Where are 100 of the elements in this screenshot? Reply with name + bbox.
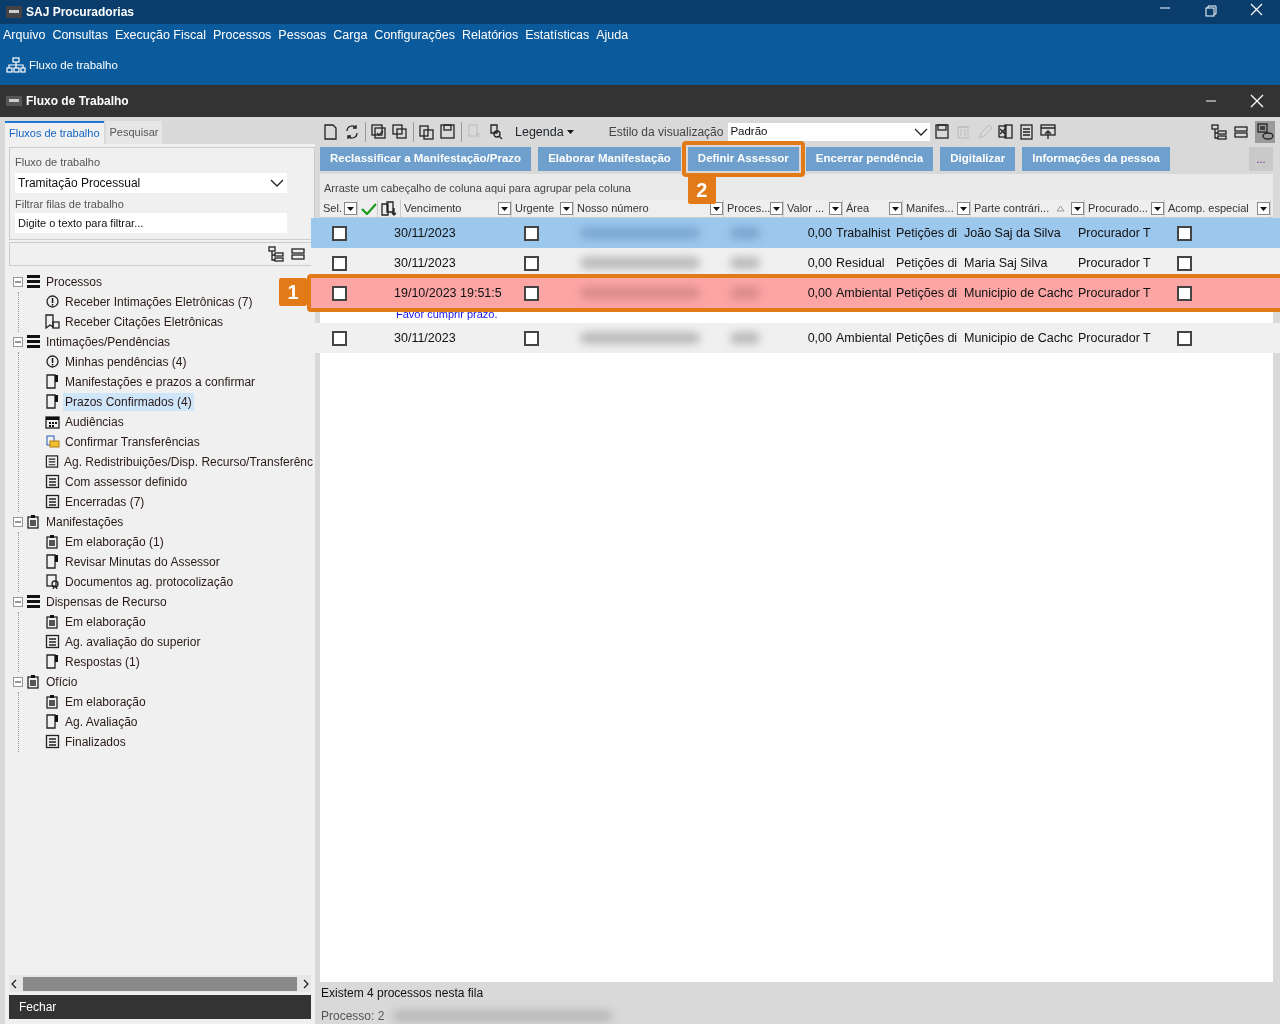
tree-item[interactable]: Finalizados	[63, 732, 128, 751]
report-icon[interactable]	[1019, 124, 1036, 140]
legend-button[interactable]: Legenda	[515, 122, 574, 142]
row-checkbox[interactable]	[1177, 255, 1192, 271]
tree-item[interactable]: Ofício	[44, 672, 80, 691]
tree-item[interactable]: Ag. Redistribuições/Disp. Recurso/Transferênc	[62, 452, 315, 471]
documents-icon[interactable]	[381, 201, 398, 216]
row-checkbox[interactable]	[524, 255, 539, 271]
save-icon[interactable]	[440, 124, 456, 140]
row-checkbox[interactable]	[524, 225, 539, 241]
filter-dropdown-icon[interactable]	[1071, 202, 1084, 215]
menu-item[interactable]: Carga	[333, 26, 372, 45]
filter-dropdown-icon[interactable]	[889, 202, 902, 215]
tree-item[interactable]: Receber Intimações Eletrônicas (7)	[63, 292, 255, 311]
workflow-select[interactable]: Tramitação Processual	[15, 173, 287, 193]
tree-item[interactable]: Com assessor definido	[63, 472, 190, 491]
tree-item[interactable]: Revisar Minutas do Assessor	[63, 552, 222, 571]
tree-item[interactable]: Em elaboração (1)	[63, 532, 166, 551]
tree-item[interactable]: Manifestações	[44, 512, 126, 531]
tree-expand-icon[interactable]	[1211, 124, 1227, 140]
menu-item[interactable]: Estatísticas	[525, 26, 594, 45]
column-header[interactable]: Área	[846, 200, 889, 217]
filter-dropdown-icon[interactable]	[829, 202, 842, 215]
collapse-icon[interactable]	[13, 596, 23, 607]
row-checkbox[interactable]	[1177, 225, 1192, 241]
menu-item[interactable]: Relatórios	[461, 26, 523, 45]
copy-icon[interactable]	[392, 124, 408, 140]
column-header[interactable]: Urgente	[515, 200, 560, 217]
tree-item[interactable]: Ag. Avaliação	[63, 712, 140, 731]
tree-item[interactable]: Audiências	[63, 412, 126, 431]
column-header[interactable]: Procurado...	[1088, 200, 1151, 217]
row-checkbox[interactable]	[332, 285, 347, 301]
panel-tab[interactable]: Pesquisar	[105, 121, 163, 144]
filter-dropdown-icon[interactable]	[1257, 202, 1270, 215]
table-row[interactable]: 30/11/2023 0,00 Trabalhist Petições di João Saj da Silva Procurador T	[311, 218, 1280, 248]
screen-export-icon[interactable]	[1040, 124, 1057, 140]
tree-item[interactable]: Dispensas de Recurso	[44, 592, 169, 611]
collapse-icon[interactable]	[13, 336, 23, 347]
filter-dropdown-icon[interactable]	[710, 202, 723, 215]
menu-item[interactable]: Pessoas	[278, 26, 331, 45]
collapse-icon[interactable]	[13, 676, 23, 687]
tree-item[interactable]: Minhas pendências (4)	[63, 352, 189, 371]
menu-item[interactable]: Arquivo	[3, 26, 50, 45]
tree-item[interactable]: Em elaboração	[63, 692, 148, 711]
new-document-icon[interactable]	[323, 124, 339, 140]
excel-icon[interactable]	[998, 124, 1015, 140]
tree-item[interactable]: Em elaboração	[63, 612, 148, 631]
column-header[interactable]: Manifes...	[906, 200, 957, 217]
more-button[interactable]: ...	[1249, 147, 1273, 171]
column-header[interactable]: Acomp. especial	[1168, 200, 1257, 217]
tree-item[interactable]: Manifestações e prazos a confirmar	[63, 372, 258, 391]
row-checkbox[interactable]	[524, 330, 539, 346]
collapse-icon[interactable]	[13, 276, 23, 287]
save-copy-icon[interactable]	[419, 124, 435, 140]
menu-item[interactable]: Processos	[213, 26, 276, 45]
filter-dropdown-icon[interactable]	[498, 202, 511, 215]
filter-dropdown-icon[interactable]	[344, 202, 357, 215]
row-checkbox[interactable]	[1177, 330, 1192, 346]
tree-item[interactable]: Encerradas (7)	[63, 492, 147, 511]
row-checkbox[interactable]	[1177, 285, 1192, 301]
menu-item[interactable]: Execução Fiscal	[115, 26, 210, 45]
tree-item[interactable]: Prazos Confirmados (4)	[63, 392, 194, 411]
menu-item[interactable]: Ajuda	[596, 26, 633, 45]
preview-icon[interactable]	[1255, 121, 1275, 143]
search-document-icon[interactable]	[488, 124, 504, 140]
row-checkbox[interactable]	[332, 225, 347, 241]
row-checkbox[interactable]	[524, 285, 539, 301]
tree-item[interactable]: Receber Citações Eletrônicas	[63, 312, 226, 331]
tree-item[interactable]: Documentos ag. protocolização	[63, 572, 236, 591]
tree-item[interactable]: Ag. avaliação do superior	[63, 632, 203, 651]
tree-expand-icon[interactable]	[268, 245, 284, 262]
save-icon[interactable]	[935, 124, 952, 140]
view-style-select[interactable]: Padrão	[728, 123, 931, 141]
quick-link[interactable]: Fluxo de trabalho	[6, 56, 118, 74]
panel-tab[interactable]: Fluxos de trabalho	[5, 121, 104, 144]
column-header[interactable]: Proces...	[727, 200, 770, 217]
column-header[interactable]: Parte contrári...	[974, 200, 1050, 217]
table-row[interactable]: 19/10/2023 19:51:5 0,00 Ambiental Petições di Municipio de Cachc Procurador T	[311, 278, 1280, 308]
menu-item[interactable]: Configurações	[374, 26, 459, 45]
filter-field[interactable]: Digite o texto para filtrar...	[15, 212, 287, 233]
row-checkbox[interactable]	[332, 330, 347, 346]
tree-item[interactable]: Intimações/Pendências	[44, 332, 173, 351]
menu-item[interactable]: Consultas	[52, 26, 112, 45]
column-header[interactable]: Vencimento	[404, 200, 498, 217]
collapse-icon[interactable]	[13, 516, 23, 527]
filter-dropdown-icon[interactable]	[957, 202, 970, 215]
close-button[interactable]: Fechar	[9, 995, 311, 1019]
filter-dropdown-icon[interactable]	[560, 202, 573, 215]
scrollbar-thumb[interactable]	[23, 976, 297, 991]
checklist-icon[interactable]	[371, 124, 387, 140]
tree-collapse-icon[interactable]	[1233, 125, 1249, 139]
column-header[interactable]: Valor ...	[787, 200, 829, 217]
column-header[interactable]: Sel.	[323, 200, 344, 217]
tree-item[interactable]: Processos	[44, 272, 105, 291]
row-checkbox[interactable]	[332, 255, 347, 271]
tree-item[interactable]: Confirmar Transferências	[63, 432, 202, 451]
refresh-icon[interactable]	[344, 124, 360, 140]
tree-item[interactable]: Respostas (1)	[63, 652, 142, 671]
tree-collapse-icon[interactable]	[290, 246, 306, 261]
filter-dropdown-icon[interactable]	[770, 202, 783, 215]
